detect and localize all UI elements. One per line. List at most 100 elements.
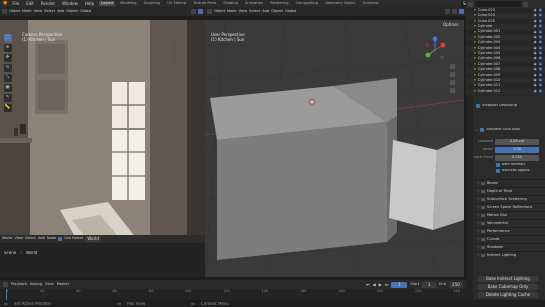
shading-solid-icon-right[interactable]	[459, 9, 464, 14]
tab-rendering[interactable]: Rendering	[268, 1, 290, 7]
render-camera-icon[interactable]: ▣	[539, 57, 542, 61]
visibility-eye-icon[interactable]: ◉	[534, 25, 537, 29]
editor-type-icon-right[interactable]	[207, 9, 212, 14]
right-menu-select[interactable]: Select	[249, 9, 260, 14]
pan-hand-icon[interactable]	[172, 50, 177, 55]
play-icon[interactable]: ▶	[379, 282, 382, 287]
filter-icon[interactable]	[523, 1, 528, 7]
tab-texture-paint[interactable]: Texture Paint	[191, 1, 218, 7]
render-camera-icon[interactable]: ▣	[539, 68, 542, 72]
visibility-eye-icon[interactable]: ◉	[534, 35, 537, 40]
overlay-icon[interactable]	[445, 9, 450, 14]
visibility-eye-icon[interactable]: ◉	[534, 14, 537, 18]
properties-section-header[interactable]: › Indirect Lighting	[473, 251, 545, 259]
visibility-eye-icon[interactable]: ◉	[534, 84, 537, 88]
render-camera-icon[interactable]: ▣	[539, 25, 542, 29]
shading-solid-icon[interactable]	[191, 9, 196, 14]
visibility-eye-icon[interactable]: ◉	[534, 73, 537, 78]
viewport-denoising-row[interactable]: Viewport Denoising	[476, 104, 517, 108]
cursor-tool[interactable]: ⊕	[3, 44, 12, 52]
section-enable-checkbox[interactable]	[481, 253, 485, 258]
bounces-checkbox[interactable]	[496, 169, 500, 173]
timeline-editor-icon[interactable]	[3, 282, 8, 287]
section-enable-checkbox[interactable]	[481, 245, 485, 250]
render-camera-icon[interactable]: ▣	[539, 8, 542, 13]
distance-field[interactable]: 0.28 cm	[495, 139, 539, 145]
section-enable-checkbox[interactable]	[481, 221, 485, 226]
tab-modeling[interactable]: Modeling	[118, 1, 138, 7]
tab-shading[interactable]: Shading	[221, 1, 240, 7]
properties-section-header[interactable]: › Curves	[473, 235, 545, 243]
right-menu-view[interactable]: View	[239, 9, 248, 14]
visibility-eye-icon[interactable]: ◉	[534, 30, 537, 35]
left-menu-add[interactable]: Add	[57, 9, 64, 14]
left-menu-view[interactable]: View	[34, 9, 43, 14]
shader-menu-select[interactable]: Select	[25, 237, 36, 241]
tab-animation[interactable]: Animation	[243, 1, 265, 7]
visibility-eye-icon[interactable]: ◉	[534, 57, 537, 61]
blender-logo-icon[interactable]: ●	[3, 1, 7, 6]
jump-end-icon[interactable]: ⏭	[385, 282, 389, 287]
select-box-tool[interactable]: ⬚	[3, 34, 12, 42]
menu-file[interactable]: File	[10, 1, 21, 6]
visibility-eye-icon[interactable]: ◉	[534, 8, 537, 13]
properties-section-header[interactable]: › Subsurface Scattering	[473, 195, 545, 203]
menu-render[interactable]: Render	[39, 1, 57, 6]
section-enable-checkbox[interactable]	[481, 197, 485, 202]
timeline-menu-playback[interactable]: Playback	[11, 282, 27, 287]
pan-hand-icon-right[interactable]	[450, 72, 455, 77]
bake-cubemap-button[interactable]: Bake Cubemap Only	[478, 284, 538, 290]
render-camera-icon[interactable]: ▣	[539, 35, 542, 40]
shader-node-area[interactable]: Scene › World	[0, 243, 205, 277]
section-enable-checkbox[interactable]	[481, 213, 485, 218]
render-camera-icon[interactable]: ▣	[539, 19, 542, 24]
tab-compositing[interactable]: Compositing	[294, 1, 321, 7]
outliner-filter-input[interactable]	[475, 1, 521, 7]
bounces-row[interactable]: Bounces Approx...	[496, 169, 533, 173]
visibility-eye-icon[interactable]: ◉	[534, 41, 537, 45]
shader-menu-view[interactable]: View	[14, 237, 23, 241]
shader-world-dropdown[interactable]: World	[2, 237, 12, 241]
tab-scripting[interactable]: Scripting	[360, 1, 380, 7]
play-reverse-icon[interactable]: ◀	[373, 282, 376, 287]
navigation-gizmo-icon[interactable]	[423, 36, 447, 62]
properties-section-header[interactable]: › Shadows	[473, 243, 545, 251]
shading-wire-icon[interactable]	[452, 9, 457, 14]
tab-uv-editing[interactable]: UV Editing	[165, 1, 188, 7]
visibility-eye-icon[interactable]: ◉	[534, 78, 537, 83]
grid-icon-right[interactable]	[450, 88, 455, 93]
current-frame-field[interactable]: 1	[391, 281, 408, 288]
right-options-button[interactable]: Options	[441, 22, 461, 28]
visibility-eye-icon[interactable]: ◉	[534, 19, 537, 24]
factor-field[interactable]: 1.00	[495, 147, 539, 153]
left-mode-dropdown[interactable]: Object Mode	[9, 9, 32, 14]
tab-geometry-nodes[interactable]: Geometry Nodes	[323, 1, 357, 7]
menu-window[interactable]: Window	[60, 1, 80, 6]
timeline-menu-marker[interactable]: Marker	[57, 282, 69, 287]
move-tool[interactable]: ✥	[3, 54, 12, 62]
ambient-occlusion-checkbox[interactable]	[480, 128, 485, 132]
shader-menu-add[interactable]: Add	[38, 237, 45, 241]
editor-type-icon[interactable]	[2, 9, 7, 14]
right-menu-object[interactable]: Object	[271, 9, 283, 14]
properties-section-header[interactable]: › Bloom	[473, 179, 545, 187]
menu-help[interactable]: Help	[83, 1, 96, 6]
zoom-icon[interactable]	[172, 42, 177, 47]
tab-layout[interactable]: Layout	[98, 0, 116, 7]
properties-section-header[interactable]: › Screen Space Reflections	[473, 203, 545, 211]
left-transform-dropdown[interactable]: Global	[80, 9, 91, 14]
left-menu-select[interactable]: Select	[44, 9, 55, 14]
rotate-tool[interactable]: ↻	[3, 64, 12, 72]
visibility-eye-icon[interactable]: ◉	[534, 46, 537, 51]
delete-lighting-cache-button[interactable]: Delete Lighting Cache	[478, 292, 538, 298]
visibility-eye-icon[interactable]: ◉	[534, 68, 537, 72]
right-mode-dropdown[interactable]: Object Mode	[214, 9, 237, 14]
camera-view-icon[interactable]	[172, 58, 177, 63]
timeline-menu-view[interactable]: View	[45, 282, 54, 287]
scale-tool[interactable]: ⤡	[3, 74, 12, 82]
properties-section-header[interactable]: › Depth of Field	[473, 187, 545, 195]
properties-section-header[interactable]: › Motion Blur	[473, 211, 545, 219]
properties-section-header[interactable]: › Volumetrics	[473, 219, 545, 227]
render-camera-icon[interactable]: ▣	[539, 62, 542, 67]
right-transform-dropdown[interactable]: Global	[285, 9, 296, 14]
